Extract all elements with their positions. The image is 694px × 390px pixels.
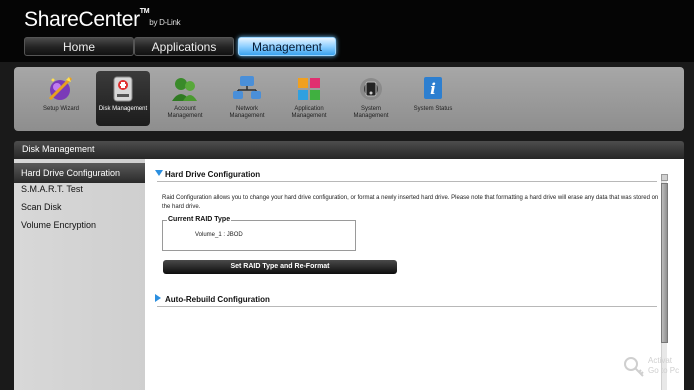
toolbar-setup-wizard[interactable]: Setup Wizard xyxy=(34,71,88,126)
management-toolbar: Setup Wizard Disk Management Account Man… xyxy=(14,67,684,131)
hdc-section-header[interactable]: Hard Drive Configuration xyxy=(155,170,260,179)
watermark-line1: Activat xyxy=(648,356,673,365)
network-management-icon xyxy=(220,74,274,104)
toolbar-network-management-label: Network Management xyxy=(229,106,265,119)
watermark-line2: Go to Pc xyxy=(648,366,680,375)
system-status-icon: i xyxy=(406,74,460,104)
svg-text:i: i xyxy=(430,80,436,98)
toolbar-setup-wizard-label: Setup Wizard xyxy=(42,106,79,112)
volume-raid-value: Volume_1 : JBOD xyxy=(195,232,243,238)
content-panel: Hard Drive Configuration Raid Configurat… xyxy=(145,159,684,390)
toolbar-system-status[interactable]: i System Status xyxy=(406,71,460,126)
scroll-up-arrow-icon[interactable] xyxy=(661,174,668,181)
tab-home[interactable]: Home xyxy=(24,37,134,56)
sidebar: Hard Drive Configuration S.M.A.R.T. Test… xyxy=(14,159,145,390)
tab-applications[interactable]: Applications xyxy=(134,37,234,56)
toolbar-network-management[interactable]: Network Management xyxy=(220,71,274,126)
key-icon xyxy=(623,356,645,381)
section-title: Disk Management xyxy=(22,144,95,154)
scrollbar-thumb[interactable] xyxy=(661,183,668,343)
collapse-triangle-icon xyxy=(155,170,163,176)
section-bar: Disk Management xyxy=(14,141,684,159)
toolbar-system-management[interactable]: System Management xyxy=(344,71,398,126)
brand-name: ShareCenter xyxy=(24,8,140,31)
application-management-icon xyxy=(282,74,336,104)
toolbar-account-management-label: Account Management xyxy=(167,106,203,119)
account-management-icon xyxy=(158,74,212,104)
toolbar-system-management-label: System Management xyxy=(353,106,389,119)
toolbar-disk-management-label: Disk Management xyxy=(98,106,148,112)
wizard-icon xyxy=(34,74,88,104)
auto-rebuild-section-header[interactable]: Auto-Rebuild Configuration xyxy=(155,294,270,304)
disk-management-icon xyxy=(96,74,150,104)
system-management-icon xyxy=(344,74,398,104)
hdc-description: Raid Configuration allows you to change … xyxy=(162,195,659,210)
current-raid-type-legend: Current RAID Type xyxy=(167,216,232,223)
set-raid-type-button[interactable]: Set RAID Type and Re-Format xyxy=(163,260,397,274)
toolbar-system-status-label: System Status xyxy=(413,106,453,112)
current-raid-type-box: Current RAID Type Volume_1 : JBOD xyxy=(162,216,356,251)
sidebar-item-volume-encryption[interactable]: Volume Encryption xyxy=(14,215,145,235)
sidebar-item-scan-disk[interactable]: Scan Disk xyxy=(14,197,145,217)
hdc-title: Hard Drive Configuration xyxy=(165,170,261,179)
auto-rebuild-title: Auto-Rebuild Configuration xyxy=(165,295,270,304)
toolbar-disk-management[interactable]: Disk Management xyxy=(96,71,150,126)
activation-watermark: Activat Go to Pc xyxy=(623,356,679,381)
auto-rebuild-divider xyxy=(157,306,657,307)
toolbar-application-management-label: Application Management xyxy=(291,106,327,119)
sidebar-item-smart-test[interactable]: S.M.A.R.T. Test xyxy=(14,179,145,199)
logo: ShareCenterTM by D-Link xyxy=(24,8,181,32)
toolbar-application-management[interactable]: Application Management xyxy=(282,71,336,126)
expand-triangle-icon xyxy=(155,294,161,302)
toolbar-account-management[interactable]: Account Management xyxy=(158,71,212,126)
app-root: ShareCenterTM by D-Link Home Applications… xyxy=(0,0,694,390)
brand-trademark: TM xyxy=(139,8,150,15)
tab-management[interactable]: Management xyxy=(238,37,336,56)
header: ShareCenterTM by D-Link Home Applications… xyxy=(0,0,694,62)
brand-byline: by D-Link xyxy=(149,18,181,27)
hdc-divider xyxy=(157,181,657,182)
